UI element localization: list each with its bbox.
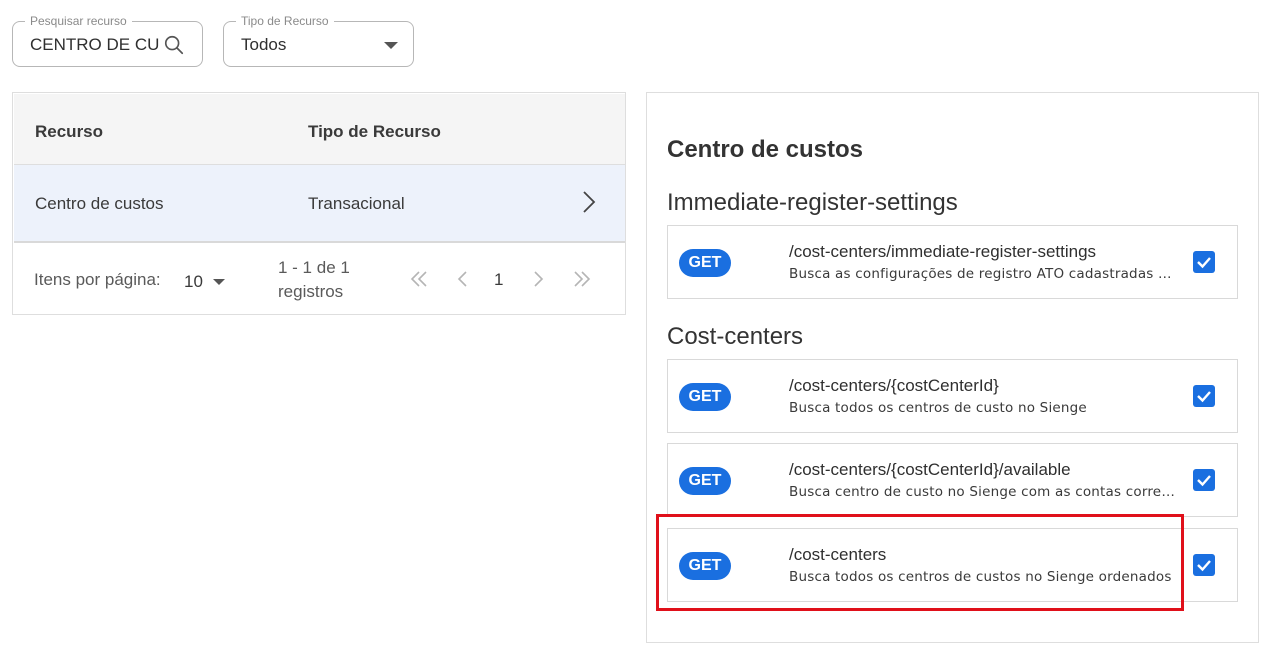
items-per-page-label: Itens por página: bbox=[34, 270, 161, 289]
next-page-icon[interactable] bbox=[526, 267, 550, 291]
table-header: Recurso Tipo de Recurso bbox=[14, 94, 625, 165]
endpoint-description: Busca todos os centros de custo no Sieng… bbox=[789, 400, 1087, 416]
check-icon bbox=[1197, 475, 1211, 487]
endpoint-checkbox[interactable] bbox=[1193, 251, 1215, 273]
page-range-line1: 1 - 1 de 1 bbox=[278, 258, 350, 277]
endpoint-checkbox[interactable] bbox=[1193, 469, 1215, 491]
search-icon[interactable] bbox=[163, 34, 185, 56]
endpoint-immediate-register-settings[interactable]: GET /cost-centers/immediate-register-set… bbox=[667, 225, 1238, 299]
check-icon bbox=[1197, 560, 1211, 572]
endpoint-checkbox[interactable] bbox=[1193, 554, 1215, 576]
endpoint-path: /cost-centers bbox=[789, 545, 887, 564]
page-range-line2: registros bbox=[278, 282, 344, 301]
first-page-icon[interactable] bbox=[407, 267, 431, 291]
method-badge: GET bbox=[679, 249, 731, 277]
dropdown-arrow-icon[interactable] bbox=[384, 42, 398, 49]
page-size-arrow-icon[interactable] bbox=[213, 279, 225, 285]
endpoint-cost-center-by-id[interactable]: GET /cost-centers/{costCenterId} Busca t… bbox=[667, 359, 1238, 433]
endpoint-cost-center-available[interactable]: GET /cost-centers/{costCenterId}/availab… bbox=[667, 443, 1238, 517]
header-resource-type: Tipo de Recurso bbox=[308, 122, 441, 141]
method-badge: GET bbox=[679, 552, 731, 580]
group-title-immediate-register-settings: Immediate-register-settings bbox=[667, 189, 958, 216]
endpoint-path: /cost-centers/{costCenterId} bbox=[789, 376, 999, 395]
endpoint-cost-centers-list[interactable]: GET /cost-centers Busca todos os centros… bbox=[667, 528, 1238, 602]
row-resource: Centro de custos bbox=[35, 194, 164, 213]
check-icon bbox=[1197, 391, 1211, 403]
endpoint-path: /cost-centers/{costCenterId}/available bbox=[789, 460, 1071, 479]
page-size-select[interactable]: 10 bbox=[184, 272, 203, 292]
resource-type-label: Tipo de Recurso bbox=[236, 14, 334, 28]
row-resource-type: Transacional bbox=[308, 194, 405, 213]
method-badge: GET bbox=[679, 383, 731, 411]
detail-title: Centro de custos bbox=[667, 136, 864, 163]
endpoint-description: Busca centro de custo no Sienge com as c… bbox=[789, 484, 1179, 500]
last-page-icon[interactable] bbox=[570, 267, 594, 291]
resource-type-select[interactable]: Tipo de Recurso Todos bbox=[223, 14, 414, 67]
group-title-cost-centers: Cost-centers bbox=[667, 323, 804, 350]
header-resource: Recurso bbox=[35, 122, 104, 141]
endpoint-description: Busca todos os centros de custos no Sien… bbox=[789, 569, 1172, 585]
table-row[interactable]: Centro de custos Transacional bbox=[14, 165, 625, 243]
check-icon bbox=[1197, 257, 1211, 269]
resource-type-value: Todos bbox=[241, 35, 287, 54]
search-resource-label: Pesquisar recurso bbox=[25, 14, 132, 28]
resource-table: Recurso Tipo de Recurso Centro de custos… bbox=[12, 92, 626, 315]
endpoint-description: Busca as configurações de registro ATO c… bbox=[789, 266, 1179, 282]
endpoint-path: /cost-centers/immediate-register-setting… bbox=[789, 242, 1097, 261]
current-page: 1 bbox=[494, 270, 504, 289]
search-resource-input[interactable]: CENTRO DE CU bbox=[30, 35, 159, 55]
resource-detail-panel: Centro de custos Immediate-register-sett… bbox=[646, 92, 1259, 643]
paginator: Itens por página: 10 1 - 1 de 1 registro… bbox=[14, 245, 625, 313]
previous-page-icon[interactable] bbox=[451, 267, 475, 291]
method-badge: GET bbox=[679, 467, 731, 495]
search-resource-field[interactable]: Pesquisar recurso CENTRO DE CU bbox=[12, 14, 203, 67]
page-range-label: 1 - 1 de 1 registros bbox=[278, 256, 378, 304]
chevron-right-icon[interactable] bbox=[579, 189, 599, 215]
endpoint-checkbox[interactable] bbox=[1193, 385, 1215, 407]
